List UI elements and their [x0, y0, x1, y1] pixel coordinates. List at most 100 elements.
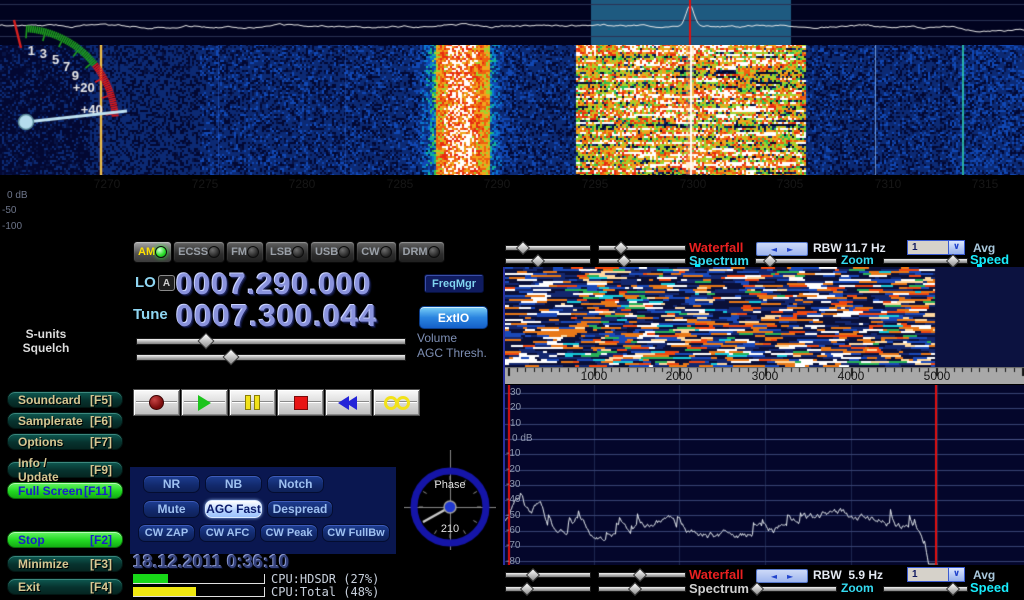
waterfall-brightness-slider[interactable]	[505, 242, 591, 253]
slider-thumb[interactable]	[531, 254, 545, 268]
mode-lsb[interactable]: LSB	[265, 241, 309, 263]
db-label: 30	[510, 387, 521, 398]
extio-button[interactable]: ExtIO	[419, 306, 488, 329]
chevron-down-icon[interactable]: ∨	[948, 568, 964, 581]
stop-button[interactable]: Stop[F2]	[7, 531, 123, 548]
slider-thumb[interactable]	[946, 582, 960, 596]
tune-frequency-display[interactable]: 0007.300.044	[176, 298, 378, 334]
zoom-slider[interactable]	[755, 255, 837, 266]
record-button[interactable]	[133, 389, 180, 416]
slider-thumb[interactable]	[614, 241, 628, 255]
spectrum-range-slider-2[interactable]	[505, 583, 591, 594]
smeter-caption: S-units	[0, 327, 92, 341]
zoom-slider-2[interactable]	[755, 583, 837, 594]
slider-thumb[interactable]	[617, 254, 631, 268]
avg-dropdown-value[interactable]: 1	[908, 241, 948, 254]
mode-ecss[interactable]: ECSS	[173, 241, 225, 263]
slider-thumb[interactable]	[633, 568, 647, 582]
slider-thumb[interactable]	[519, 582, 533, 596]
phase-value: 210	[404, 523, 496, 535]
slider-thumb[interactable]	[526, 568, 540, 582]
audio-waterfall-display[interactable]	[505, 267, 1024, 367]
mode-am[interactable]: AM	[133, 241, 172, 263]
loop-button[interactable]	[373, 389, 420, 416]
rbw-label-2: RBW 5.9 Hz	[813, 568, 883, 582]
notch-button[interactable]: Notch	[267, 475, 324, 493]
waterfall-mode-label-2[interactable]: Waterfall	[689, 567, 743, 582]
avg-dropdown-value[interactable]: 1	[908, 568, 948, 581]
scroll-arrows-button-2[interactable]: ◄►	[756, 569, 808, 583]
options-button[interactable]: Options[F7]	[7, 433, 123, 450]
slider-thumb[interactable]	[516, 241, 530, 255]
mute-button[interactable]: Mute	[143, 500, 200, 518]
audio-spectrum-display[interactable]	[505, 385, 1024, 565]
pause-button[interactable]	[229, 389, 276, 416]
tune-label: Tune	[133, 306, 168, 323]
button-key: [F9]	[90, 463, 112, 477]
dsp-panel: NR NB Notch Mute AGC Fast Despread CW ZA…	[130, 467, 396, 554]
button-label: Minimize	[18, 557, 69, 571]
zoom-label-2: Zoom	[841, 581, 874, 595]
slider-track	[136, 338, 406, 345]
spectrum-mode-label-2[interactable]: Spectrum	[689, 581, 749, 596]
scroll-right-icon[interactable]: ►	[787, 572, 793, 581]
volume-slider[interactable]	[136, 334, 406, 348]
scroll-left-icon[interactable]: ◄	[771, 245, 777, 254]
spectrum-range-slider[interactable]	[505, 255, 591, 266]
slider-thumb[interactable]	[946, 254, 960, 268]
mode-label: CW	[361, 246, 379, 258]
soundcard-button[interactable]: Soundcard[F5]	[7, 391, 123, 408]
minimize-button[interactable]: Minimize [F3]	[7, 555, 123, 572]
spectrum-offset-slider-2[interactable]	[598, 583, 686, 594]
cpu-hdsdr-label: CPU:HDSDR (27%)	[271, 572, 379, 586]
spectrum-offset-slider[interactable]	[598, 255, 686, 266]
play-button[interactable]	[181, 389, 228, 416]
slider-thumb[interactable]	[198, 333, 215, 350]
avg-dropdown[interactable]: 1 ∨	[907, 240, 965, 255]
info-update-button[interactable]: Info / Update[F9]	[7, 461, 123, 478]
speed-slider-2[interactable]	[883, 583, 968, 594]
button-key: [F3]	[90, 557, 112, 571]
waterfall-contrast-slider-2[interactable]	[598, 569, 686, 580]
slider-thumb[interactable]	[628, 582, 642, 596]
scroll-arrows-button[interactable]: ◄►	[756, 242, 808, 256]
cpu-hdsdr-fill	[133, 574, 168, 583]
waterfall-brightness-slider-2[interactable]	[505, 569, 591, 580]
chevron-down-icon[interactable]: ∨	[948, 241, 964, 254]
mode-cw[interactable]: CW	[356, 241, 396, 263]
avg-dropdown-2[interactable]: 1 ∨	[907, 567, 965, 582]
cpu-total-bar	[133, 587, 265, 597]
lo-mode-button[interactable]: A	[158, 275, 175, 291]
nr-button[interactable]: NR	[143, 475, 200, 493]
mode-usb[interactable]: USB	[310, 241, 355, 263]
cw-peak-button[interactable]: CW Peak	[260, 524, 318, 542]
nb-button[interactable]: NB	[205, 475, 262, 493]
waterfall-contrast-slider[interactable]	[598, 242, 686, 253]
rewind-button[interactable]	[325, 389, 372, 416]
s-meter[interactable]	[0, 0, 130, 140]
scroll-right-icon[interactable]: ►	[787, 245, 793, 254]
cw-fullbw-button[interactable]: CW FullBw	[322, 524, 390, 542]
scroll-left-icon[interactable]: ◄	[771, 572, 777, 581]
stop-playback-button[interactable]	[277, 389, 324, 416]
mode-drm[interactable]: DRM	[398, 241, 445, 263]
samplerate-button[interactable]: Samplerate[F6]	[7, 412, 123, 429]
mode-label: LSB	[270, 246, 292, 258]
main-spectrum-display[interactable]	[0, 0, 1024, 45]
slider-thumb[interactable]	[750, 582, 764, 596]
lo-frequency-display[interactable]: 0007.290.000	[176, 268, 372, 302]
fullscreen-button[interactable]: Full Screen[F11]	[7, 482, 123, 499]
cw-afc-button[interactable]: CW AFC	[199, 524, 256, 542]
exit-button[interactable]: Exit[F4]	[7, 578, 123, 595]
button-key: [F2]	[90, 533, 112, 547]
despread-button[interactable]: Despread	[267, 500, 333, 518]
mode-fm[interactable]: FM	[226, 241, 264, 263]
speed-slider[interactable]	[883, 255, 968, 266]
hdsdr-window: 7270 7275 7280 7285 7290 7295 7300 7305 …	[0, 0, 1024, 600]
cw-zap-button[interactable]: CW ZAP	[138, 524, 195, 542]
slider-thumb[interactable]	[763, 254, 777, 268]
agc-fast-button[interactable]: AGC Fast	[205, 500, 262, 518]
slider-thumb[interactable]	[222, 349, 239, 366]
freqmgr-button[interactable]: FreqMgr	[424, 274, 484, 293]
agc-threshold-slider[interactable]	[136, 350, 406, 364]
